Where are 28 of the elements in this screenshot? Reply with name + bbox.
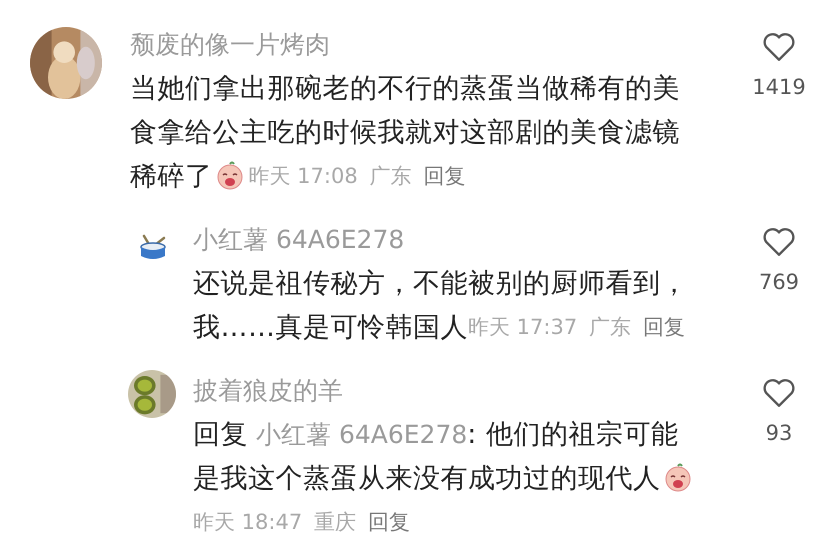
comment-time: 昨天 17:37 — [468, 314, 578, 341]
comment-text: 我……真是可怜韩国人 — [193, 311, 468, 345]
like-count: 769 — [758, 269, 800, 296]
comment-text: 食拿给公主吃的时候我就对这部剧的美食滤镜 — [130, 116, 680, 150]
comment-text: 是我这个蒸蛋从来没有成功过的现代人 — [193, 462, 660, 496]
comment-text: 还说是祖传秘方，不能被别的厨师看到， — [193, 267, 688, 301]
username[interactable]: 小红薯 64A6E278 — [193, 222, 404, 258]
comment-text: 当她们拿出那碗老的不行的蒸蛋当做稀有的美 — [130, 72, 680, 106]
reply-button[interactable]: 回复 — [368, 508, 410, 536]
drum-icon — [138, 232, 168, 262]
comment-time: 昨天 17:08 — [248, 163, 358, 190]
reply-prefix: 回复 — [193, 418, 248, 452]
like-count: 1419 — [752, 74, 806, 101]
comment-location: 广东 — [589, 314, 632, 341]
mention-link[interactable]: 小红薯 64A6E278 — [256, 418, 468, 450]
comment-time: 昨天 18:47 — [193, 509, 302, 536]
reply-button[interactable]: 回复 — [424, 162, 466, 190]
comment-text: : 他们的祖宗可能 — [467, 418, 678, 452]
comment-location: 重庆 — [314, 509, 356, 536]
comment-location: 广东 — [370, 163, 412, 190]
username[interactable]: 颓废的像一片烤肉 — [130, 27, 330, 63]
like-count: 93 — [766, 420, 792, 447]
heart-icon[interactable] — [762, 226, 796, 258]
username[interactable]: 披着狼皮的羊 — [193, 373, 343, 409]
reply-button[interactable]: 回复 — [643, 313, 686, 341]
heart-icon[interactable] — [762, 377, 796, 409]
heart-icon[interactable] — [762, 31, 796, 63]
comment-text: 稀碎了 — [130, 160, 212, 194]
